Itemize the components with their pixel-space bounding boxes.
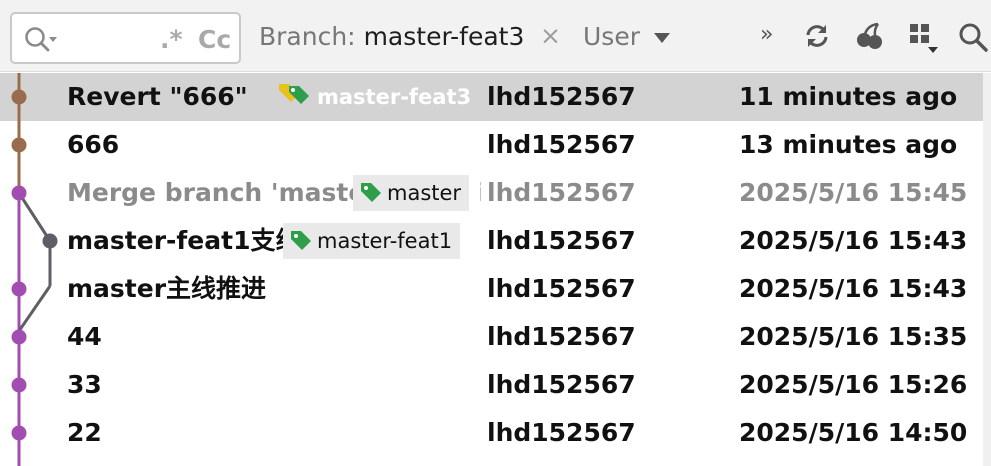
commit-author: lhd152567: [487, 322, 636, 351]
commit-subject: 666: [67, 130, 120, 159]
commit-author: lhd152567: [487, 130, 636, 159]
commit-subject: 33: [67, 370, 102, 399]
commit-node[interactable]: [11, 137, 27, 153]
commit-date: 2025/5/16 15:26: [739, 370, 968, 399]
commit-author: lhd152567: [487, 226, 636, 255]
commit-date: 2025/5/16 15:45: [739, 178, 968, 207]
regex-toggle[interactable]: .*: [160, 25, 183, 54]
commit-subject: Revert "666" master-feat3: [67, 73, 481, 121]
branch-ref-label: master-feat1: [317, 229, 453, 253]
graph-edge: [17, 192, 52, 242]
branch-filter-label: Branch:: [259, 22, 356, 51]
commit-author: lhd152567: [487, 370, 636, 399]
match-case-toggle[interactable]: Cc: [198, 25, 231, 54]
commit-node[interactable]: [11, 89, 27, 105]
commit-author: lhd152567: [487, 418, 636, 447]
commit-author: lhd152567: [487, 274, 636, 303]
branch-filter[interactable]: Branch: master-feat3: [259, 22, 524, 51]
search-input[interactable]: [62, 24, 152, 54]
commit-node[interactable]: [11, 377, 27, 393]
cherry-pick-icon[interactable]: [855, 22, 883, 54]
commit-date: 2025/5/16 14:50: [739, 418, 968, 447]
search-history-icon[interactable]: [24, 26, 58, 58]
commit-author: lhd152567: [487, 82, 636, 111]
search-icon[interactable]: [958, 22, 988, 56]
search-field[interactable]: .* Cc: [10, 12, 241, 64]
layout-icon[interactable]: [908, 22, 940, 58]
commit-node[interactable]: [11, 281, 27, 297]
commit-date: 11 minutes ago: [739, 82, 958, 111]
tag-icon: [361, 183, 381, 202]
chevron-down-icon[interactable]: [654, 33, 670, 43]
branch-ref-tag[interactable]: master-feat3: [277, 79, 471, 115]
commit-row[interactable]: 33 lhd152567 2025/5/16 15:26: [0, 361, 983, 409]
tag-icon: [291, 231, 311, 250]
commit-subject: master主线推进: [67, 274, 267, 303]
commit-row[interactable]: master主线推进 lhd152567 2025/5/16 15:43: [0, 265, 983, 313]
commit-log-table: Revert "666" master-feat3 lhd152567 11 m…: [0, 73, 991, 466]
commit-row[interactable]: 22 lhd152567 2025/5/16 14:50: [0, 409, 983, 457]
commit-subject: 44: [67, 322, 102, 351]
commit-subject-text: Revert "666": [67, 82, 248, 111]
commit-row[interactable]: 44 lhd152567 2025/5/16 15:35: [0, 313, 983, 361]
commit-subject: 22: [67, 418, 102, 447]
branch-ref-tag[interactable]: master-feat1: [283, 223, 461, 259]
commit-row[interactable]: 666 lhd152567 13 minutes ago: [0, 121, 983, 169]
commit-date: 2025/5/16 15:35: [739, 322, 968, 351]
commit-node[interactable]: [42, 233, 58, 249]
user-filter[interactable]: User: [583, 22, 640, 51]
commit-row[interactable]: master-feat1支线推进 master-feat1 lhd152567 …: [0, 217, 983, 265]
vertical-scrollbar[interactable]: [983, 73, 991, 466]
log-toolbar: .* Cc Branch: master-feat3 × User »: [0, 0, 991, 72]
commit-subject: master-feat1支线推进 master-feat1: [67, 217, 481, 265]
branch-filter-value: master-feat3: [363, 22, 525, 51]
commit-node[interactable]: [11, 425, 27, 441]
more-actions-icon[interactable]: »: [760, 22, 773, 47]
tag-icon: [279, 84, 309, 104]
branch-ref-label: master-feat3: [317, 85, 472, 109]
commit-date: 2025/5/16 15:43: [739, 226, 968, 255]
commit-graph: [11, 73, 58, 466]
commit-node[interactable]: [11, 329, 27, 345]
branch-ref-label: master: [387, 181, 462, 205]
commit-row[interactable]: Merge branch 'master-feat1' into master …: [0, 169, 983, 217]
commit-date: 2025/5/16 15:43: [739, 274, 968, 303]
commit-author: lhd152567: [487, 178, 636, 207]
refresh-icon[interactable]: [803, 22, 831, 54]
commit-date: 13 minutes ago: [739, 130, 958, 159]
commit-node[interactable]: [11, 185, 27, 201]
commit-row[interactable]: Revert "666" master-feat3 lhd152567 11 m…: [0, 73, 983, 121]
commit-subject: Merge branch 'master-feat1' into master …: [67, 169, 481, 217]
branch-ref-tag[interactable]: master: [353, 175, 470, 211]
clear-branch-filter-icon[interactable]: ×: [540, 21, 561, 50]
